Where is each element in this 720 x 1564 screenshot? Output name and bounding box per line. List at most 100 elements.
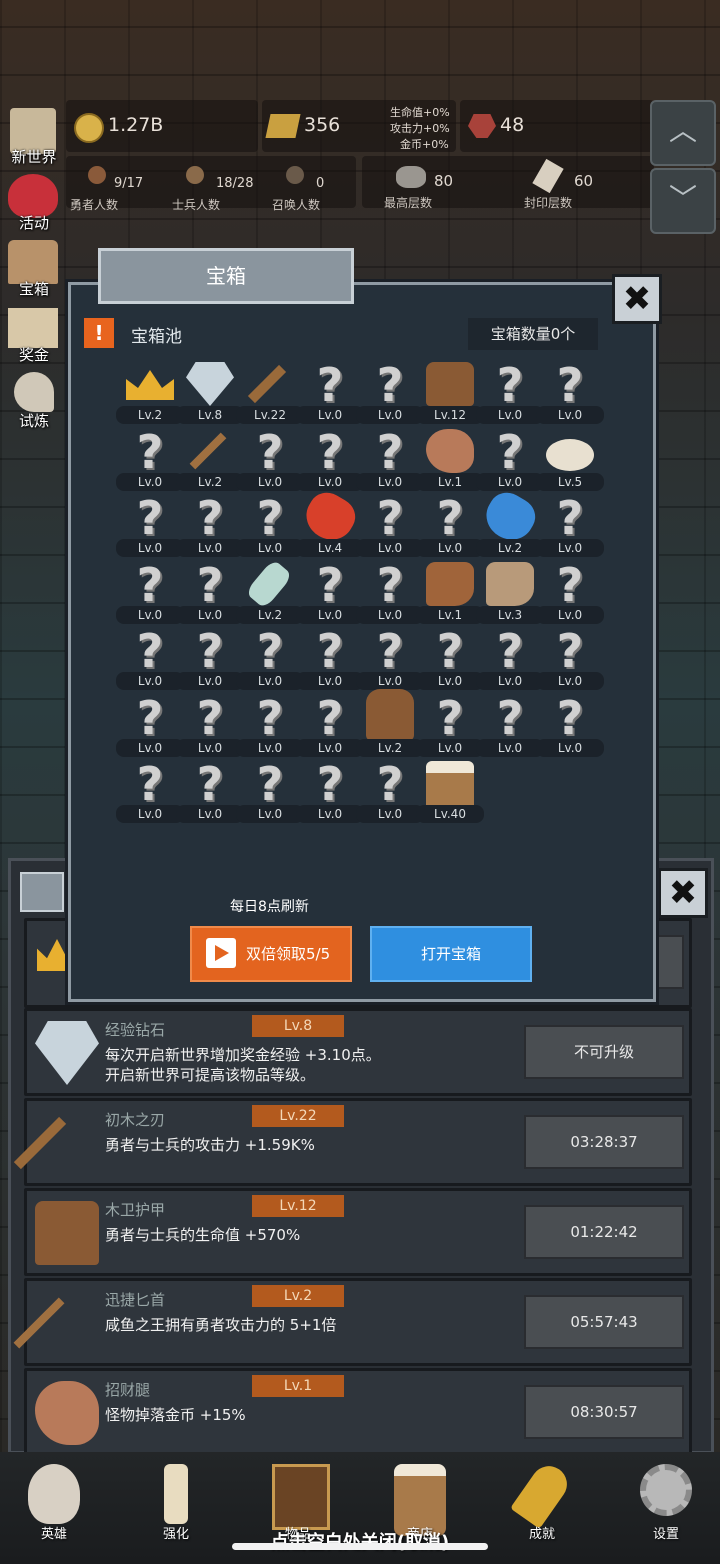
nav-bonus[interactable]: 奖金 xyxy=(2,302,64,364)
item-slot-ham[interactable]: Lv.1 xyxy=(416,428,484,493)
locked-item-slot[interactable]: ? Lv.0 xyxy=(356,562,424,626)
item-level: Lv.12 xyxy=(416,406,484,424)
armor-icon xyxy=(426,362,474,406)
nav-chest[interactable]: 宝箱 xyxy=(2,236,64,298)
unit-stats: 9/17 勇者人数 18/28 士兵人数 0 召唤人数 xyxy=(66,156,356,212)
locked-item-slot[interactable]: ? Lv.0 xyxy=(236,761,304,825)
question-mark-icon: ? xyxy=(556,624,584,678)
locked-item-slot[interactable]: ? Lv.0 xyxy=(116,628,184,692)
item-level: Lv.0 xyxy=(356,672,424,690)
dagger-icon xyxy=(189,432,227,469)
item-level: Lv.0 xyxy=(476,738,544,757)
locked-item-slot[interactable]: ? Lv.0 xyxy=(356,362,424,426)
question-mark-icon: ? xyxy=(136,557,164,612)
locked-item-slot[interactable]: ? Lv.0 xyxy=(416,495,484,559)
item-slot-beer[interactable]: Lv.40 xyxy=(416,761,484,825)
goldbar-stat: 356 生命值+0% 攻击力+0% 金币+0% xyxy=(262,100,456,152)
question-mark-icon: ? xyxy=(316,757,344,811)
item-slot-boot[interactable]: Lv.1 xyxy=(416,561,484,626)
item-level: Lv.0 xyxy=(356,605,424,624)
locked-item-slot[interactable]: ? Lv.0 xyxy=(536,362,604,426)
modal-close-button[interactable]: ✖ xyxy=(612,274,662,324)
question-mark-icon: ? xyxy=(316,424,344,479)
scroll-down-button[interactable]: ﹀ xyxy=(650,168,716,234)
item-level: Lv.2 xyxy=(356,738,424,757)
item-level: Lv.0 xyxy=(116,539,184,557)
locked-item-slot[interactable]: ? Lv.0 xyxy=(536,562,604,626)
locked-item-slot[interactable]: ? Lv.0 xyxy=(176,628,244,692)
list-close-button[interactable]: ✖ xyxy=(658,868,708,918)
item-level: Lv.0 xyxy=(116,805,184,823)
item-slot-rice[interactable]: Lv.5 xyxy=(536,429,604,493)
locked-item-slot[interactable]: ? Lv.0 xyxy=(116,557,184,626)
locked-item-slot[interactable]: ? Lv.0 xyxy=(476,362,544,426)
item-slot-dagger[interactable]: Lv.2 xyxy=(176,429,244,493)
seal-floor-value: 60 xyxy=(574,172,594,190)
locked-item-slot[interactable]: ? Lv.0 xyxy=(296,628,364,692)
locked-item-slot[interactable]: ? Lv.0 xyxy=(176,562,244,626)
locked-item-slot[interactable]: ? Lv.0 xyxy=(296,362,364,426)
locked-item-slot[interactable]: ? Lv.0 xyxy=(176,495,244,559)
locked-item-slot[interactable]: ? Lv.0 xyxy=(356,628,424,692)
locked-item-slot[interactable]: ? Lv.0 xyxy=(236,429,304,493)
locked-item-slot[interactable]: ? Lv.0 xyxy=(296,562,364,626)
locked-item-slot[interactable]: ? Lv.0 xyxy=(416,695,484,759)
upgrade-button[interactable]: 不可升级 xyxy=(524,1025,684,1079)
open-chest-button[interactable]: 打开宝箱 xyxy=(370,926,532,982)
coin-value: 1.27B xyxy=(108,114,164,136)
locked-item-slot[interactable]: ? Lv.0 xyxy=(356,495,424,559)
item-name: 招财腿 xyxy=(105,1381,151,1399)
item-description: 每次开启新世界增加奖金经验 +3.10点。 开启新世界可提高该物品等级。 xyxy=(105,1045,381,1085)
question-mark-icon: ? xyxy=(376,424,404,479)
locked-item-slot[interactable]: ? Lv.0 xyxy=(116,495,184,559)
locked-item-slot[interactable]: ? Lv.0 xyxy=(416,624,484,692)
locked-item-slot[interactable]: ? Lv.0 xyxy=(296,757,364,825)
gear-icon xyxy=(640,1464,692,1516)
upgrade-button[interactable]: 08:30:57 xyxy=(524,1385,684,1439)
upgrade-button[interactable]: 05:57:43 xyxy=(524,1295,684,1349)
nav-trial[interactable]: 试炼 xyxy=(2,368,64,430)
locked-item-slot[interactable]: ? Lv.0 xyxy=(476,628,544,692)
locked-item-slot[interactable]: ? Lv.0 xyxy=(536,624,604,692)
scroll-up-button[interactable]: ︿ xyxy=(650,100,716,166)
nav-new-world[interactable]: 新世界 xyxy=(2,104,64,166)
upgrade-button[interactable]: 01:22:42 xyxy=(524,1205,684,1259)
locked-item-slot[interactable]: ? Lv.0 xyxy=(536,695,604,759)
locked-item-slot[interactable]: ? Lv.0 xyxy=(296,424,364,493)
locked-item-slot[interactable]: ? Lv.0 xyxy=(356,761,424,825)
item-slot-armor[interactable]: Lv.12 xyxy=(416,362,484,426)
item-level: Lv.2 xyxy=(116,406,184,424)
locked-item-slot[interactable]: ? Lv.0 xyxy=(236,695,304,759)
nav-activity-label: 活动 xyxy=(18,214,49,232)
item-level: Lv.1 xyxy=(416,605,484,624)
item-level: Lv.0 xyxy=(536,605,604,624)
item-slot-redpotion[interactable]: Lv.4 xyxy=(296,485,364,559)
locked-item-slot[interactable]: ? Lv.0 xyxy=(296,695,364,759)
locked-item-slot[interactable]: ? Lv.0 xyxy=(476,429,544,493)
item-level: Lv.0 xyxy=(296,738,364,757)
locked-item-slot[interactable]: ? Lv.0 xyxy=(176,761,244,825)
item-slot-sword[interactable]: Lv.22 xyxy=(236,362,304,426)
double-claim-button[interactable]: 双倍领取5/5 xyxy=(190,926,352,982)
nav-activity[interactable]: 活动 xyxy=(2,170,64,232)
upgrade-button[interactable]: 03:28:37 xyxy=(524,1115,684,1169)
home-indicator xyxy=(232,1543,488,1550)
item-slot-diamond[interactable]: Lv.8 xyxy=(176,362,244,426)
locked-item-slot[interactable]: ? Lv.0 xyxy=(476,695,544,759)
locked-item-slot[interactable]: ? Lv.0 xyxy=(536,495,604,559)
locked-item-slot[interactable]: ? Lv.0 xyxy=(356,424,424,493)
question-mark-icon: ? xyxy=(436,624,464,678)
candle-icon xyxy=(164,1464,188,1524)
item-slot-boot2[interactable]: Lv.3 xyxy=(476,561,544,626)
item-desc-line1: 咸鱼之王拥有勇者攻击力的 5+1倍 xyxy=(105,1316,337,1334)
locked-item-slot[interactable]: ? Lv.0 xyxy=(176,695,244,759)
item-slot-bluepotion[interactable]: Lv.2 xyxy=(476,485,544,559)
item-slot-backpack[interactable]: Lv.2 xyxy=(356,688,424,759)
item-slot-bottle[interactable]: Lv.2 xyxy=(236,558,304,626)
locked-item-slot[interactable]: ? Lv.0 xyxy=(116,695,184,759)
locked-item-slot[interactable]: ? Lv.0 xyxy=(116,429,184,493)
locked-item-slot[interactable]: ? Lv.0 xyxy=(236,495,304,559)
locked-item-slot[interactable]: ? Lv.0 xyxy=(236,628,304,692)
locked-item-slot[interactable]: ? Lv.0 xyxy=(116,761,184,825)
item-slot-crown[interactable]: Lv.2 xyxy=(116,362,184,426)
